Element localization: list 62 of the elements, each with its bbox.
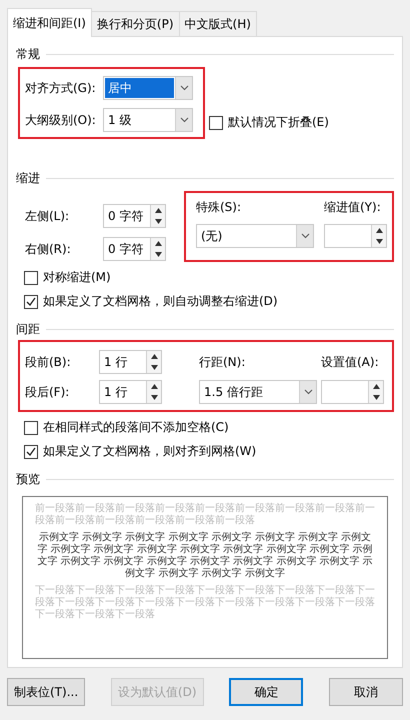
- spinner-field[interactable]: [324, 224, 387, 248]
- field-label: 对齐方式(G):: [25, 80, 97, 96]
- field-label: 行距(N):: [199, 354, 246, 370]
- checkbox-label[interactable]: 如果定义了文档网格，则自动调整右缩进(D): [43, 293, 278, 310]
- checkbox-label[interactable]: 如果定义了文档网格，则对齐到网格(W): [43, 443, 256, 460]
- dropdown[interactable]: 1 级: [103, 108, 193, 132]
- preview-text: 下一段落下一段落下一段落下一段落下一段落下一段落下一段落下一段落下一段落下一段落下一段落下一段落下一段落下一段落下一段落下一段落下一段落下一段落下一段落下一段落: [35, 585, 375, 621]
- dropdown[interactable]: 1.5 倍行距: [199, 380, 317, 404]
- down-arrow-icon[interactable]: [150, 365, 158, 370]
- dropdown[interactable]: 居中: [103, 76, 193, 100]
- spinner-field[interactable]: 1 行: [99, 350, 162, 374]
- spinner-field[interactable]: 0 字符: [103, 204, 166, 228]
- dialog-button[interactable]: 取消: [329, 678, 403, 706]
- checkbox-label[interactable]: 在相同样式的段落间不添加空格(C): [43, 419, 229, 436]
- dropdown-value: 1 级: [107, 112, 132, 128]
- down-arrow-icon[interactable]: [154, 252, 162, 257]
- preview-text: 示例文字 示例文字 示例文字 示例文字 示例文字 示例文字 示例文字 示例文字 示例文字 示例文字 示例文字 示例文字 示例文字 示例文字 示例文字 示例文字 示例文字 示例文字 示例文字 示例文字 示例文字 示例文字 示例文字 示例文字 示例文字 示例文字 示例文字: [36, 532, 374, 580]
- chevron-down-icon: [304, 389, 312, 395]
- dropdown-value: (无): [200, 228, 224, 244]
- dialog-button[interactable]: 制表位(T)...: [7, 678, 86, 706]
- dropdown-value: 居中: [105, 78, 174, 98]
- up-arrow-icon[interactable]: [154, 241, 162, 246]
- spinner-field[interactable]: 0 字符: [103, 237, 166, 261]
- field-label: 段前(B):: [25, 354, 72, 370]
- dropdown-value: 1.5 倍行距: [203, 384, 264, 400]
- tab[interactable]: 中文版式(H): [178, 11, 257, 36]
- dialog-button[interactable]: 确定: [229, 678, 304, 706]
- spinner-field[interactable]: [321, 380, 384, 404]
- checkbox[interactable]: [24, 294, 38, 308]
- up-arrow-icon[interactable]: [372, 384, 380, 389]
- field-label: 设置值(A):: [321, 354, 380, 370]
- section-heading: 间距: [16, 320, 40, 338]
- preview-text: 前一段落前一段落前一段落前一段落前一段落前一段落前一段落前一段落前一段落前一段落前一段落前一段落前一段落前一段落: [35, 503, 375, 527]
- checkbox-label[interactable]: 对称缩进(M): [43, 269, 111, 286]
- section-heading: 缩进: [16, 170, 40, 186]
- chevron-down-icon: [300, 233, 310, 239]
- chevron-down-icon: [180, 85, 188, 91]
- section-heading: 预览: [16, 470, 40, 488]
- spinner-field[interactable]: 1 行: [99, 380, 162, 404]
- checkbox[interactable]: [24, 270, 38, 284]
- down-arrow-icon[interactable]: [376, 239, 382, 244]
- tab[interactable]: 缩进和间距(I): [7, 8, 92, 37]
- checkbox-label[interactable]: 默认情况下折叠(E): [228, 114, 329, 131]
- field-label: 大纲级别(O):: [25, 112, 97, 128]
- section-heading: 常规: [16, 46, 40, 62]
- checkbox[interactable]: [24, 420, 38, 434]
- field-label: 特殊(S):: [196, 199, 242, 216]
- down-arrow-icon[interactable]: [154, 219, 162, 224]
- field-label: 缩进值(Y):: [324, 199, 382, 216]
- up-arrow-icon[interactable]: [150, 384, 158, 389]
- dropdown[interactable]: (无): [196, 224, 314, 248]
- checkbox[interactable]: [209, 116, 223, 130]
- checkbox[interactable]: [24, 444, 38, 458]
- chevron-down-icon: [180, 117, 188, 123]
- field-label: 右侧(R):: [25, 240, 72, 258]
- up-arrow-icon[interactable]: [154, 208, 162, 213]
- up-arrow-icon[interactable]: [150, 354, 158, 359]
- field-label: 左侧(L):: [25, 208, 70, 224]
- down-arrow-icon[interactable]: [372, 395, 380, 400]
- up-arrow-icon[interactable]: [376, 228, 382, 233]
- field-label: 段后(F):: [25, 384, 70, 400]
- down-arrow-icon[interactable]: [150, 395, 158, 400]
